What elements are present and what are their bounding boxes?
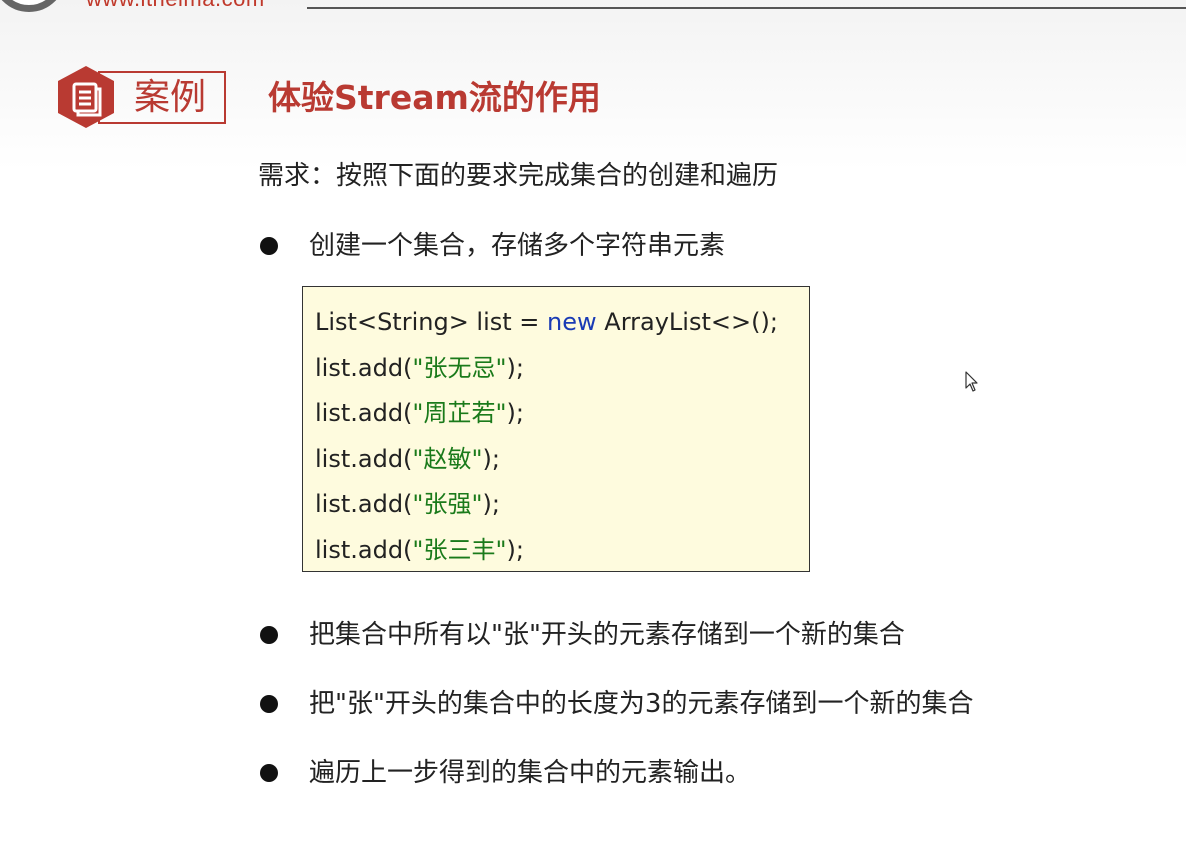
logo-mark bbox=[0, 0, 66, 12]
bullet-text: 遍历上一步得到的集合中的元素输出。 bbox=[309, 758, 752, 788]
code-text: ); bbox=[506, 535, 524, 564]
code-text: ); bbox=[482, 444, 500, 473]
requirement-text: 需求：按照下面的要求完成集合的创建和遍历 bbox=[258, 161, 779, 191]
bullet-icon bbox=[260, 695, 278, 713]
code-line: List<String> list = new ArrayList<>(); bbox=[315, 300, 809, 346]
code-text: ); bbox=[506, 353, 524, 382]
code-string: "张强" bbox=[412, 490, 483, 518]
code-text: list.add( bbox=[315, 444, 413, 473]
code-text: ); bbox=[506, 399, 524, 427]
code-line: list.add("张三丰"); bbox=[315, 528, 809, 574]
bullet-item: 把集合中所有以"张"开头的元素存储到一个新的集合 bbox=[258, 617, 905, 653]
bullet-text: 把集合中所有以"张"开头的元素存储到一个新的集合 bbox=[309, 620, 905, 650]
bullet-item: 遍历上一步得到的集合中的元素输出。 bbox=[258, 755, 751, 791]
bullet-text: 把"张"开头的集合中的长度为3的元素存储到一个新的集合 bbox=[309, 689, 974, 719]
code-line: list.add("周芷若"); bbox=[315, 391, 809, 437]
code-line: list.add("张强"); bbox=[315, 482, 809, 528]
bullet-item: 创建一个集合，存储多个字符串元素 bbox=[258, 228, 725, 264]
code-keyword: new bbox=[547, 308, 597, 336]
bullet-text: 创建一个集合，存储多个字符串元素 bbox=[309, 231, 726, 261]
mouse-pointer-icon bbox=[965, 371, 978, 392]
header-divider bbox=[307, 7, 1186, 9]
code-string: "张无忌" bbox=[412, 353, 507, 382]
bullet-icon bbox=[260, 237, 278, 255]
code-text: list.add( bbox=[315, 535, 413, 564]
bullet-icon bbox=[260, 764, 278, 782]
code-string: "张三丰" bbox=[412, 535, 507, 564]
site-url: www.itheima.com bbox=[86, 0, 265, 12]
code-text: list.add( bbox=[315, 399, 413, 427]
bullet-icon bbox=[260, 626, 278, 644]
code-text: list.add( bbox=[315, 490, 413, 518]
code-block: List<String> list = new ArrayList<>(); l… bbox=[302, 286, 810, 572]
code-text: List<String> list = bbox=[315, 308, 548, 336]
code-string: "赵敏" bbox=[412, 444, 483, 473]
slide-title: 体验Stream流的作用 bbox=[268, 78, 601, 117]
code-string: "周芷若" bbox=[412, 399, 507, 427]
code-text: ArrayList<>(); bbox=[596, 308, 778, 336]
code-line: list.add("赵敏"); bbox=[315, 437, 809, 483]
code-line: list.add("张无忌"); bbox=[315, 346, 809, 392]
bullet-item: 把"张"开头的集合中的长度为3的元素存储到一个新的集合 bbox=[258, 686, 973, 722]
case-label: 案例 bbox=[134, 77, 207, 118]
code-text: ); bbox=[482, 490, 500, 518]
code-text: list.add( bbox=[315, 353, 413, 382]
document-icon bbox=[58, 66, 114, 128]
